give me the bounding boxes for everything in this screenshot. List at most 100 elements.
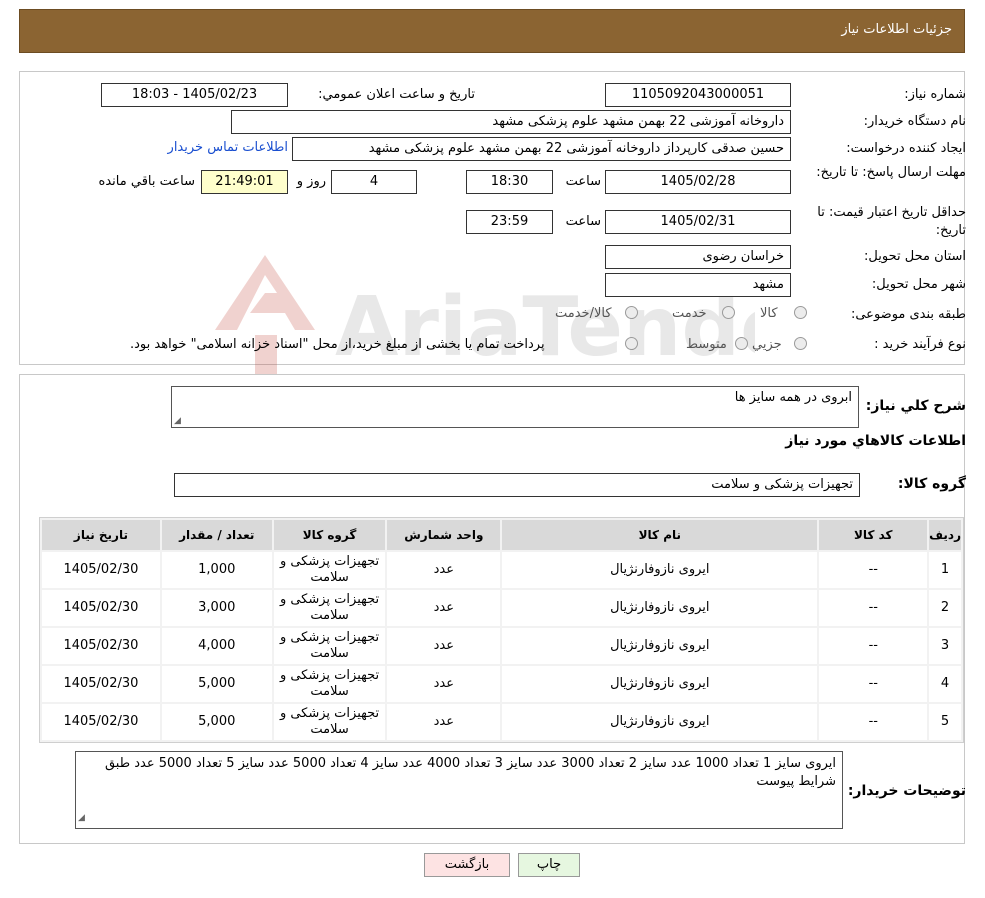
table-row: 1 -- ایروی نازوفارنژیال عدد تجهیزات پزشک…	[42, 552, 961, 588]
validity-time-field: 23:59	[466, 210, 553, 234]
category-option-goods-service: کالا/خدمت	[555, 306, 612, 321]
validity-label: حداقل تاریخ اعتبار قیمت: تا تاریخ:	[817, 205, 966, 238]
remaining-time-label: ساعت باقي مانده	[98, 174, 195, 189]
deadline-label: مهلت ارسال پاسخ: تا تاریخ:	[816, 165, 966, 180]
back-button[interactable]: بازگشت	[424, 853, 510, 877]
deadline-time-field: 18:30	[466, 170, 553, 194]
cell-unit: عدد	[387, 704, 501, 740]
table-row: 5 -- ایروی نازوفارنژیال عدد تجهیزات پزشک…	[42, 704, 961, 740]
col-header-name: نام کالا	[502, 520, 818, 550]
validity-date-field: 1405/02/31	[605, 210, 791, 234]
cell-row-num: 3	[929, 628, 961, 664]
cell-code: --	[819, 628, 928, 664]
table-row: 3 -- ایروی نازوفارنژیال عدد تجهیزات پزشک…	[42, 628, 961, 664]
buyer-org-label: نام دستگاه خریدار:	[863, 114, 966, 129]
category-radio-goods[interactable]	[794, 306, 807, 319]
goods-group-label: گروه کالا:	[897, 476, 966, 492]
cell-code: --	[819, 666, 928, 702]
cell-qty: 1,000	[161, 552, 272, 588]
items-table: ردیف کد کالا نام کالا واحد شمارش گروه کا…	[39, 517, 964, 743]
buyer-contact-link[interactable]: اطلاعات تماس خریدار	[168, 140, 288, 155]
days-remaining-field: 4	[331, 170, 417, 194]
process-option-minor: جزیي	[752, 337, 782, 352]
cell-row-num: 5	[929, 704, 961, 740]
col-header-group: گروه کالا	[273, 520, 386, 550]
process-option-medium: متوسط	[686, 337, 727, 352]
need-number-label: شماره نیاز:	[904, 87, 966, 102]
process-label: نوع فرآیند خرید :	[874, 337, 966, 352]
goods-info-title: اطلاعات کالاهاي مورد نیاز	[785, 433, 966, 449]
category-label: طبقه بندی موضوعی:	[850, 307, 966, 322]
cell-date: 1405/02/30	[42, 704, 160, 740]
cell-group: تجهیزات پزشکی و سلامت	[273, 666, 386, 702]
cell-qty: 5,000	[161, 704, 272, 740]
cell-group: تجهیزات پزشکی و سلامت	[273, 590, 386, 626]
category-radio-goods-service[interactable]	[625, 306, 638, 319]
cell-name: ایروی نازوفارنژیال	[502, 552, 818, 588]
cell-row-num: 1	[929, 552, 961, 588]
validity-time-label: ساعت	[565, 214, 601, 229]
cell-unit: عدد	[387, 552, 501, 588]
col-header-qty: تعداد / مقدار	[161, 520, 272, 550]
deadline-time-label: ساعت	[565, 174, 601, 189]
buyer-notes-label: توضیحات خریدار:	[847, 783, 966, 799]
resize-grip-icon: ◢	[78, 813, 85, 823]
buyer-notes-text: ایروی سایز 1 تعداد 1000 عدد سایز 2 تعداد…	[104, 756, 836, 789]
cell-code: --	[819, 590, 928, 626]
cell-unit: عدد	[387, 590, 501, 626]
page-title: جزئیات اطلاعات نیاز	[841, 22, 952, 37]
category-option-service: خدمت	[672, 306, 707, 321]
summary-textarea[interactable]: ابروی در همه سایز ها ◢	[171, 386, 859, 428]
goods-group-field: تجهیزات پزشکی و سلامت	[174, 473, 860, 497]
announce-datetime-field: 1405/02/23 - 18:03	[101, 83, 288, 107]
cell-group: تجهیزات پزشکی و سلامت	[273, 628, 386, 664]
remaining-time-field: 21:49:01	[201, 170, 288, 194]
city-label: شهر محل تحویل:	[871, 277, 966, 292]
cell-row-num: 2	[929, 590, 961, 626]
cell-code: --	[819, 552, 928, 588]
cell-row-num: 4	[929, 666, 961, 702]
process-radio-medium[interactable]	[735, 337, 748, 350]
col-header-row-num: ردیف	[929, 520, 961, 550]
cell-name: ایروی نازوفارنژیال	[502, 666, 818, 702]
province-label: استان محل تحویل:	[864, 249, 966, 264]
cell-qty: 3,000	[161, 590, 272, 626]
process-note: پرداخت تمام یا بخشی از مبلغ خرید،از محل …	[130, 337, 545, 352]
city-field: مشهد	[605, 273, 791, 297]
cell-date: 1405/02/30	[42, 666, 160, 702]
treasury-checkbox[interactable]	[625, 337, 638, 350]
category-option-goods: کالا	[760, 306, 778, 321]
cell-date: 1405/02/30	[42, 552, 160, 588]
cell-name: ایروی نازوفارنژیال	[502, 628, 818, 664]
col-header-unit: واحد شمارش	[387, 520, 501, 550]
page-header: جزئیات اطلاعات نیاز	[19, 9, 965, 53]
buyer-org-field: داروخانه آموزشی 22 بهمن مشهد علوم پزشکی …	[231, 110, 791, 134]
table-header-row: ردیف کد کالا نام کالا واحد شمارش گروه کا…	[42, 520, 961, 550]
cell-qty: 5,000	[161, 666, 272, 702]
col-header-code: کد کالا	[819, 520, 928, 550]
deadline-date-field: 1405/02/28	[605, 170, 791, 194]
summary-text: ابروی در همه سایز ها	[734, 390, 852, 405]
announce-label: تاریخ و ساعت اعلان عمومي:	[318, 87, 475, 102]
cell-unit: عدد	[387, 666, 501, 702]
province-field: خراسان رضوی	[605, 245, 791, 269]
creator-field: حسین صدقی کارپرداز داروخانه آموزشی 22 به…	[292, 137, 791, 161]
cell-date: 1405/02/30	[42, 628, 160, 664]
summary-label: شرح کلي نیاز:	[865, 398, 966, 414]
category-radio-service[interactable]	[722, 306, 735, 319]
col-header-date: تاریخ نیاز	[42, 520, 160, 550]
days-label: روز و	[296, 174, 326, 189]
table-row: 2 -- ایروی نازوفارنژیال عدد تجهیزات پزشک…	[42, 590, 961, 626]
cell-date: 1405/02/30	[42, 590, 160, 626]
print-button[interactable]: چاپ	[518, 853, 580, 877]
cell-group: تجهیزات پزشکی و سلامت	[273, 704, 386, 740]
buyer-notes-textarea[interactable]: ایروی سایز 1 تعداد 1000 عدد سایز 2 تعداد…	[75, 751, 843, 829]
cell-name: ایروی نازوفارنژیال	[502, 704, 818, 740]
cell-code: --	[819, 704, 928, 740]
table-row: 4 -- ایروی نازوفارنژیال عدد تجهیزات پزشک…	[42, 666, 961, 702]
creator-label: ایجاد کننده درخواست:	[846, 141, 966, 156]
process-radio-minor[interactable]	[794, 337, 807, 350]
cell-qty: 4,000	[161, 628, 272, 664]
cell-unit: عدد	[387, 628, 501, 664]
need-number-field: 1105092043000051	[605, 83, 791, 107]
